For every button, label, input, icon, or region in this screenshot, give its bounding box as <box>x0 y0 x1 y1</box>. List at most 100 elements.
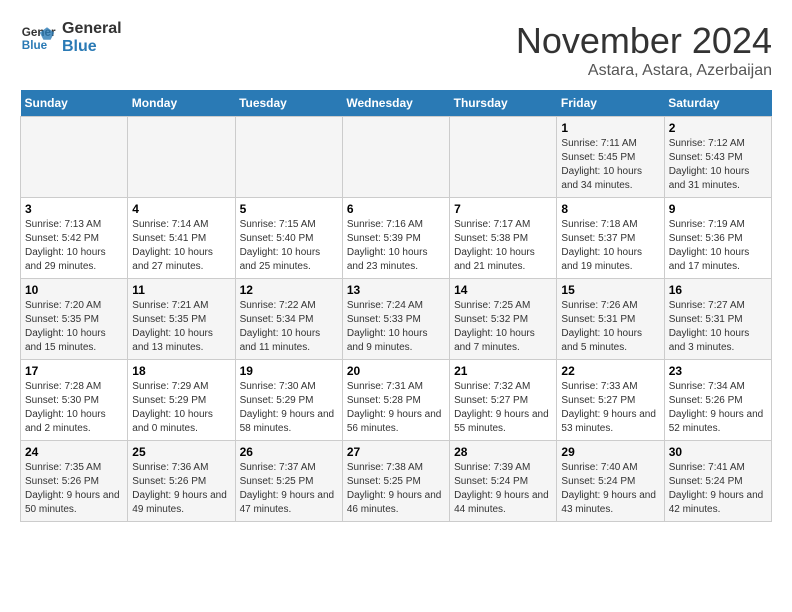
day-info: Sunrise: 7:39 AM Sunset: 5:24 PM Dayligh… <box>454 461 552 517</box>
day-number: 12 <box>240 283 338 297</box>
logo-blue: Blue <box>62 38 122 56</box>
day-info: Sunrise: 7:17 AM Sunset: 5:38 PM Dayligh… <box>454 218 552 274</box>
day-cell: 20Sunrise: 7:31 AM Sunset: 5:28 PM Dayli… <box>342 360 449 441</box>
day-info: Sunrise: 7:22 AM Sunset: 5:34 PM Dayligh… <box>240 299 338 355</box>
day-cell: 18 Sunrise: 7:29 AM Sunset: 5:29 PM Dayli… <box>128 360 235 441</box>
weekday-header-wednesday: Wednesday <box>342 90 449 117</box>
day-cell: 12 Sunrise: 7:22 AM Sunset: 5:34 PM Dayli… <box>235 279 342 360</box>
weekday-header-sunday: Sunday <box>21 90 128 117</box>
day-info: Sunrise: 7:40 AM Sunset: 5:24 PM Dayligh… <box>561 461 659 517</box>
week-row-3: 10 Sunrise: 7:20 AM Sunset: 5:35 PM Dayli… <box>21 279 772 360</box>
logo-general: General <box>62 20 122 38</box>
title-block: November 2024 Astara, Astara, Azerbaijan <box>516 20 772 80</box>
day-cell: 7 Sunrise: 7:17 AM Sunset: 5:38 PM Daylig… <box>450 198 557 279</box>
day-number: 14 <box>454 283 552 297</box>
day-number: 1 <box>561 121 659 135</box>
day-info: Sunrise: 7:16 AM Sunset: 5:39 PM Dayligh… <box>347 218 445 274</box>
day-cell: 9 Sunrise: 7:19 AM Sunset: 5:36 PM Daylig… <box>664 198 771 279</box>
day-info: Sunrise: 7:37 AM Sunset: 5:25 PM Dayligh… <box>240 461 338 517</box>
day-info: Sunrise: 7:38 AM Sunset: 5:25 PM Dayligh… <box>347 461 445 517</box>
day-info: Sunrise: 7:20 AM Sunset: 5:35 PM Dayligh… <box>25 299 123 355</box>
day-info: Sunrise: 7:11 AM Sunset: 5:45 PM Dayligh… <box>561 137 659 193</box>
day-info: Sunrise: 7:27 AM Sunset: 5:31 PM Dayligh… <box>669 299 767 355</box>
day-number: 22 <box>561 364 659 378</box>
weekday-header-thursday: Thursday <box>450 90 557 117</box>
day-number: 26 <box>240 445 338 459</box>
day-number: 30 <box>669 445 767 459</box>
day-cell: 17Sunrise: 7:28 AM Sunset: 5:30 PM Dayli… <box>21 360 128 441</box>
day-info: Sunrise: 7:18 AM Sunset: 5:37 PM Dayligh… <box>561 218 659 274</box>
day-number: 13 <box>347 283 445 297</box>
day-info: Sunrise: 7:41 AM Sunset: 5:24 PM Dayligh… <box>669 461 767 517</box>
day-info: Sunrise: 7:28 AM Sunset: 5:30 PM Dayligh… <box>25 380 123 436</box>
day-cell <box>235 117 342 198</box>
day-cell: 19 Sunrise: 7:30 AM Sunset: 5:29 PM Dayli… <box>235 360 342 441</box>
day-number: 21 <box>454 364 552 378</box>
day-cell: 26 Sunrise: 7:37 AM Sunset: 5:25 PM Dayli… <box>235 441 342 522</box>
day-info: Sunrise: 7:32 AM Sunset: 5:27 PM Dayligh… <box>454 380 552 436</box>
day-info: Sunrise: 7:24 AM Sunset: 5:33 PM Dayligh… <box>347 299 445 355</box>
day-cell: 14Sunrise: 7:25 AM Sunset: 5:32 PM Dayli… <box>450 279 557 360</box>
day-cell: 6 Sunrise: 7:16 AM Sunset: 5:39 PM Daylig… <box>342 198 449 279</box>
day-cell: 23Sunrise: 7:34 AM Sunset: 5:26 PM Dayli… <box>664 360 771 441</box>
day-number: 23 <box>669 364 767 378</box>
day-number: 4 <box>132 202 230 216</box>
day-info: Sunrise: 7:30 AM Sunset: 5:29 PM Dayligh… <box>240 380 338 436</box>
day-cell: 28 Sunrise: 7:39 AM Sunset: 5:24 PM Dayli… <box>450 441 557 522</box>
day-info: Sunrise: 7:26 AM Sunset: 5:31 PM Dayligh… <box>561 299 659 355</box>
day-cell: 30 Sunrise: 7:41 AM Sunset: 5:24 PM Dayli… <box>664 441 771 522</box>
day-cell <box>128 117 235 198</box>
day-cell <box>342 117 449 198</box>
day-number: 6 <box>347 202 445 216</box>
calendar-table: SundayMondayTuesdayWednesdayThursdayFrid… <box>20 90 772 522</box>
svg-text:Blue: Blue <box>22 39 48 52</box>
week-row-2: 3Sunrise: 7:13 AM Sunset: 5:42 PM Daylig… <box>21 198 772 279</box>
day-number: 15 <box>561 283 659 297</box>
day-cell: 21 Sunrise: 7:32 AM Sunset: 5:27 PM Dayli… <box>450 360 557 441</box>
day-cell: 25Sunrise: 7:36 AM Sunset: 5:26 PM Dayli… <box>128 441 235 522</box>
day-number: 29 <box>561 445 659 459</box>
day-info: Sunrise: 7:29 AM Sunset: 5:29 PM Dayligh… <box>132 380 230 436</box>
day-number: 18 <box>132 364 230 378</box>
weekday-header-saturday: Saturday <box>664 90 771 117</box>
day-info: Sunrise: 7:14 AM Sunset: 5:41 PM Dayligh… <box>132 218 230 274</box>
day-number: 10 <box>25 283 123 297</box>
day-number: 19 <box>240 364 338 378</box>
day-cell <box>21 117 128 198</box>
day-cell: 5Sunrise: 7:15 AM Sunset: 5:40 PM Daylig… <box>235 198 342 279</box>
month-title: November 2024 <box>516 20 772 62</box>
page-header: General Blue General Blue November 2024 … <box>20 20 772 80</box>
day-info: Sunrise: 7:35 AM Sunset: 5:26 PM Dayligh… <box>25 461 123 517</box>
day-number: 3 <box>25 202 123 216</box>
day-cell: 10 Sunrise: 7:20 AM Sunset: 5:35 PM Dayli… <box>21 279 128 360</box>
day-cell: 13 Sunrise: 7:24 AM Sunset: 5:33 PM Dayli… <box>342 279 449 360</box>
weekday-header-row: SundayMondayTuesdayWednesdayThursdayFrid… <box>21 90 772 117</box>
day-info: Sunrise: 7:33 AM Sunset: 5:27 PM Dayligh… <box>561 380 659 436</box>
day-cell: 22 Sunrise: 7:33 AM Sunset: 5:27 PM Dayli… <box>557 360 664 441</box>
logo-icon: General Blue <box>20 20 56 56</box>
day-number: 24 <box>25 445 123 459</box>
day-number: 28 <box>454 445 552 459</box>
day-number: 2 <box>669 121 767 135</box>
logo: General Blue General Blue <box>20 20 122 56</box>
week-row-5: 24 Sunrise: 7:35 AM Sunset: 5:26 PM Dayli… <box>21 441 772 522</box>
day-number: 9 <box>669 202 767 216</box>
day-number: 16 <box>669 283 767 297</box>
day-info: Sunrise: 7:12 AM Sunset: 5:43 PM Dayligh… <box>669 137 767 193</box>
day-cell: 8Sunrise: 7:18 AM Sunset: 5:37 PM Daylig… <box>557 198 664 279</box>
day-number: 11 <box>132 283 230 297</box>
location: Astara, Astara, Azerbaijan <box>516 62 772 80</box>
day-cell: 27 Sunrise: 7:38 AM Sunset: 5:25 PM Dayli… <box>342 441 449 522</box>
day-cell <box>450 117 557 198</box>
week-row-4: 17Sunrise: 7:28 AM Sunset: 5:30 PM Dayli… <box>21 360 772 441</box>
day-info: Sunrise: 7:15 AM Sunset: 5:40 PM Dayligh… <box>240 218 338 274</box>
day-info: Sunrise: 7:21 AM Sunset: 5:35 PM Dayligh… <box>132 299 230 355</box>
day-cell: 11 Sunrise: 7:21 AM Sunset: 5:35 PM Dayli… <box>128 279 235 360</box>
day-info: Sunrise: 7:19 AM Sunset: 5:36 PM Dayligh… <box>669 218 767 274</box>
day-number: 7 <box>454 202 552 216</box>
day-number: 27 <box>347 445 445 459</box>
day-cell: 2 Sunrise: 7:12 AM Sunset: 5:43 PM Daylig… <box>664 117 771 198</box>
week-row-1: 1 Sunrise: 7:11 AM Sunset: 5:45 PM Daylig… <box>21 117 772 198</box>
day-cell: 29 Sunrise: 7:40 AM Sunset: 5:24 PM Dayli… <box>557 441 664 522</box>
day-cell: 15 Sunrise: 7:26 AM Sunset: 5:31 PM Dayli… <box>557 279 664 360</box>
